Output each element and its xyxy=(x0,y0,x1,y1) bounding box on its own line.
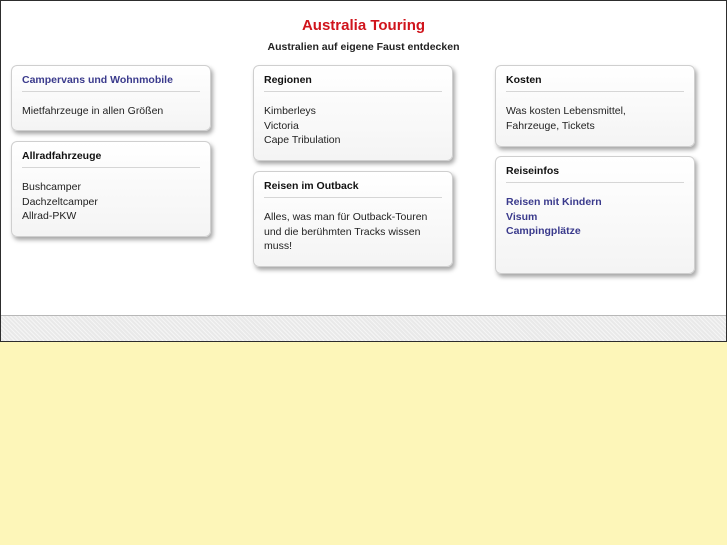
outback-title: Reisen im Outback xyxy=(264,180,442,198)
page-frame: Australia Touring Australien auf eigene … xyxy=(0,0,727,342)
box-regionen: Regionen Kimberleys Victoria Cape Tribul… xyxy=(253,65,453,161)
allrad-text-1: Bushcamper xyxy=(22,181,81,193)
box-reiseinfos: Reiseinfos Reisen mit Kindern Visum Camp… xyxy=(495,156,695,274)
site-subtitle: Australien auf eigene Faust entdecken xyxy=(267,41,460,53)
box-allrad: Allradfahrzeuge Bushcamper Dachzeltcampe… xyxy=(11,141,211,237)
allrad-text-3: Allrad-PKW xyxy=(22,210,77,222)
outback-text-1: Alles, was man für Outback-Touren xyxy=(264,211,428,223)
campingplaetze-link[interactable]: Campingplätze xyxy=(506,224,684,239)
box-kosten: Kosten Was kosten Lebensmittel, Fahrzeug… xyxy=(495,65,695,147)
kosten-text-2: Fahrzeuge, Tickets xyxy=(506,119,595,132)
allrad-text-2: Dachzeltcamper xyxy=(22,195,98,208)
regionen-text-2: Victoria xyxy=(264,119,299,132)
kosten-title: Kosten xyxy=(506,74,684,92)
regionen-text-1: Kimberleys xyxy=(264,105,316,117)
outback-text-3: muss! xyxy=(264,240,293,252)
reisen-mit-kindern-link[interactable]: Reisen mit Kindern xyxy=(506,195,684,210)
outback-text-2: und die berühmten Tracks wissen xyxy=(264,225,421,238)
campervans-text-1: Mietfahrzeuge in allen Größen xyxy=(22,105,164,117)
site-title[interactable]: Australia Touring xyxy=(1,17,726,34)
campervans-link[interactable]: Campervans und Wohnmobile xyxy=(22,74,200,92)
visum-link[interactable]: Visum xyxy=(506,210,684,225)
kosten-text-1: Was kosten Lebensmittel, xyxy=(506,105,626,117)
regionen-text-3: Cape Tribulation xyxy=(264,134,341,146)
box-campervans: Campervans und Wohnmobile Mietfahrzeuge … xyxy=(11,65,211,131)
allrad-title: Allradfahrzeuge xyxy=(22,150,200,168)
footer-bar xyxy=(1,315,726,341)
box-outback: Reisen im Outback Alles, was man für Out… xyxy=(253,171,453,267)
regionen-title: Regionen xyxy=(264,74,442,92)
reiseinfos-title: Reiseinfos xyxy=(506,165,684,183)
